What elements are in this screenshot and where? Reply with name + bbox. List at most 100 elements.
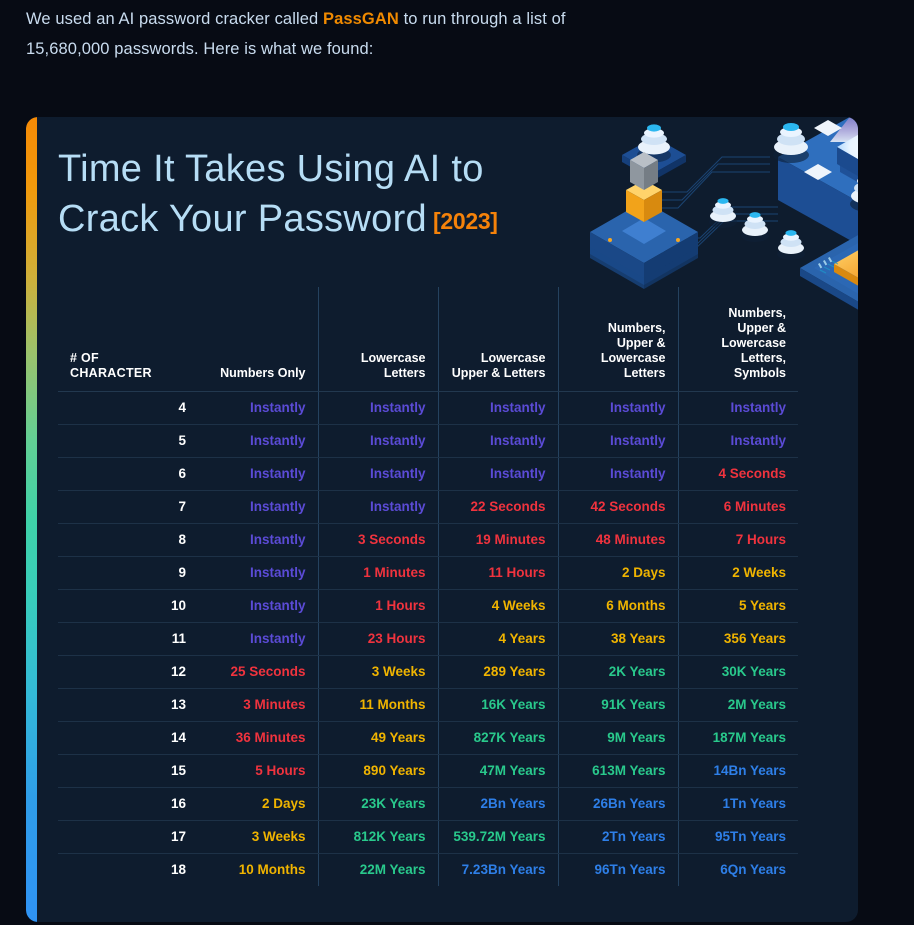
crack-time-cell: 23 Hours (318, 622, 439, 656)
crack-time-cell: 23K Years (318, 787, 439, 821)
table-row: 5 Instantly Instantly Instantly Instantly Ins… (58, 424, 798, 458)
table-row: 12 25 Seconds 3 Weeks 289 Years 2K Years 30K … (58, 655, 798, 689)
crack-time-cell: Instantly (318, 391, 439, 425)
crack-time-cell: Instantly (198, 523, 319, 557)
crack-time-cell: 16K Years (438, 688, 559, 722)
intro-paragraph: We used an AI password cracker called Pa… (26, 4, 626, 64)
card-title-line-2: Crack Your Password [2023] (58, 194, 578, 246)
crack-time-cell: 187M Years (678, 721, 798, 755)
table-row: 8 Instantly 3 Seconds 19 Minutes 48 Minutes 7… (58, 523, 798, 557)
crack-time-cell: 38 Years (558, 622, 679, 656)
crack-time-cell: 48 Minutes (558, 523, 679, 557)
character-count-cell: 13 (58, 688, 198, 722)
table-column-header-2: Lowercase Letters (318, 287, 439, 392)
table-row: 14 36 Minutes 49 Years 827K Years 9M Years 18… (58, 721, 798, 755)
crack-time-cell: 2 Days (558, 556, 679, 590)
crack-time-cell: 36 Minutes (198, 721, 319, 755)
table-row: 7 Instantly Instantly 22 Seconds 42 Seconds 6… (58, 490, 798, 524)
table-row: 15 5 Hours 890 Years 47M Years 613M Years 14B… (58, 754, 798, 788)
crack-time-table-wrapper: # OF CHARACTER Numbers Only Lowercase Letter… (58, 287, 798, 886)
character-count-cell: 4 (58, 391, 198, 425)
card-title-line-2-text: Crack Your Password (58, 198, 427, 240)
crack-time-cell: Instantly (198, 589, 319, 623)
crack-time-cell: 3 Minutes (198, 688, 319, 722)
crack-time-cell: Instantly (198, 622, 319, 656)
password-crack-time-card: Time It Takes Using AI to Crack Your Pas… (26, 117, 858, 922)
table-row: 17 3 Weeks 812K Years 539.72M Years 2Tn Year… (58, 820, 798, 854)
crack-time-cell: Instantly (678, 391, 798, 425)
crack-time-cell: 2M Years (678, 688, 798, 722)
character-count-cell: 18 (170, 862, 186, 878)
crack-time-cell: 10 Months (198, 853, 319, 886)
table-body: 4 Instantly Instantly Instantly Instantly Ins… (58, 391, 798, 886)
crack-time-cell: Instantly (318, 490, 439, 524)
crack-time-cell: 2K Years (558, 655, 679, 689)
card-title-line-1: Time It Takes Using AI to (58, 148, 484, 190)
crack-time-cell: Instantly (318, 424, 439, 458)
crack-time-cell: 96Tn Years (558, 853, 679, 886)
table-column-header-3: Lowercase Upper & Letters (438, 287, 559, 392)
crack-time-cell: 4 Weeks (438, 589, 559, 623)
crack-time-cell: 3 Weeks (198, 820, 319, 854)
character-count-cell: 8 (58, 523, 198, 557)
crack-time-cell: 4 Seconds (678, 457, 798, 491)
card-year-badge: [2023] (432, 208, 498, 234)
character-count-cell: 12 (58, 655, 198, 689)
table-row: 11 Instantly 23 Hours 4 Years 38 Years 356 Ye… (58, 622, 798, 656)
table-head: # OF CHARACTER Numbers Only Lowercase Letter… (58, 287, 798, 392)
table-row: 4 Instantly Instantly Instantly Instantly Ins… (58, 391, 798, 425)
character-count-cell: 15 (58, 754, 198, 788)
table-row: 13 3 Minutes 11 Months 16K Years 91K Years 2M… (58, 688, 798, 722)
crack-time-cell: 356 Years (678, 622, 798, 656)
character-count-cell: 9 (58, 556, 198, 590)
crack-time-cell: Instantly (198, 556, 319, 590)
crack-time-cell: 30K Years (678, 655, 798, 689)
crack-time-cell: 42 Seconds (558, 490, 679, 524)
crack-time-cell: 2 Weeks (678, 556, 798, 590)
crack-time-cell: 6 Months (558, 589, 679, 623)
table-row: 18 10 Months 22M Years 7.23Bn Years 96Tn Yea… (58, 853, 798, 886)
character-count-cell: 7 (58, 490, 198, 524)
crack-time-cell: 25 Seconds (198, 655, 319, 689)
table-row: 16 2 Days 23K Years 2Bn Years 26Bn Years 1Tn … (58, 787, 798, 821)
crack-time-cell: Instantly (198, 424, 319, 458)
table-column-header-1: Numbers Only (198, 287, 319, 392)
crack-time-cell: 11 Hours (438, 556, 559, 590)
crack-time-cell: 539.72M Years (438, 820, 559, 854)
table-column-header-5: Numbers, Upper & Lowercase Letters, Symbols (678, 287, 798, 392)
character-count-cell: 11 (58, 622, 198, 656)
crack-time-cell: 26Bn Years (558, 787, 679, 821)
crack-time-cell: Instantly (438, 424, 559, 458)
crack-time-cell: 47M Years (438, 754, 559, 788)
crack-time-cell: 827K Years (438, 721, 559, 755)
crack-time-cell: 6Qn Years (720, 862, 786, 878)
crack-time-cell: 2 Days (198, 787, 319, 821)
table-row: 6 Instantly Instantly Instantly Instantly 4 S… (58, 457, 798, 491)
crack-time-cell: 9M Years (558, 721, 679, 755)
crack-time-cell: 22M Years (318, 853, 439, 886)
crack-time-cell: 289 Years (438, 655, 559, 689)
crack-time-cell: Instantly (198, 391, 319, 425)
crack-time-cell: Instantly (558, 391, 679, 425)
character-count-cell: 6 (58, 457, 198, 491)
table-header-row: # OF CHARACTER Numbers Only Lowercase Letter… (58, 287, 798, 392)
crack-time-cell: Instantly (198, 490, 319, 524)
crack-time-cell: 613M Years (558, 754, 679, 788)
character-count-cell: 16 (58, 787, 198, 821)
card-heading: Time It Takes Using AI to Crack Your Pas… (58, 144, 578, 246)
crack-time-cell: 5 Years (678, 589, 798, 623)
crack-time-cell: 5 Hours (198, 754, 319, 788)
crack-time-cell: Instantly (318, 457, 439, 491)
character-count-cell: 5 (58, 424, 198, 458)
crack-time-cell: Instantly (558, 424, 679, 458)
crack-time-cell: Instantly (558, 457, 679, 491)
character-count-cell: 14 (58, 721, 198, 755)
passgan-brand-label: PassGAN (322, 10, 399, 28)
crack-time-cell: 6 Minutes (678, 490, 798, 524)
crack-time-cell: 1Tn Years (678, 787, 798, 821)
crack-time-cell: 7 Hours (678, 523, 798, 557)
character-count-cell: 17 (58, 820, 198, 854)
table-column-header-0: # OF CHARACTER (58, 287, 198, 392)
crack-time-table: # OF CHARACTER Numbers Only Lowercase Letter… (58, 287, 798, 886)
crack-time-cell: Instantly (438, 391, 559, 425)
